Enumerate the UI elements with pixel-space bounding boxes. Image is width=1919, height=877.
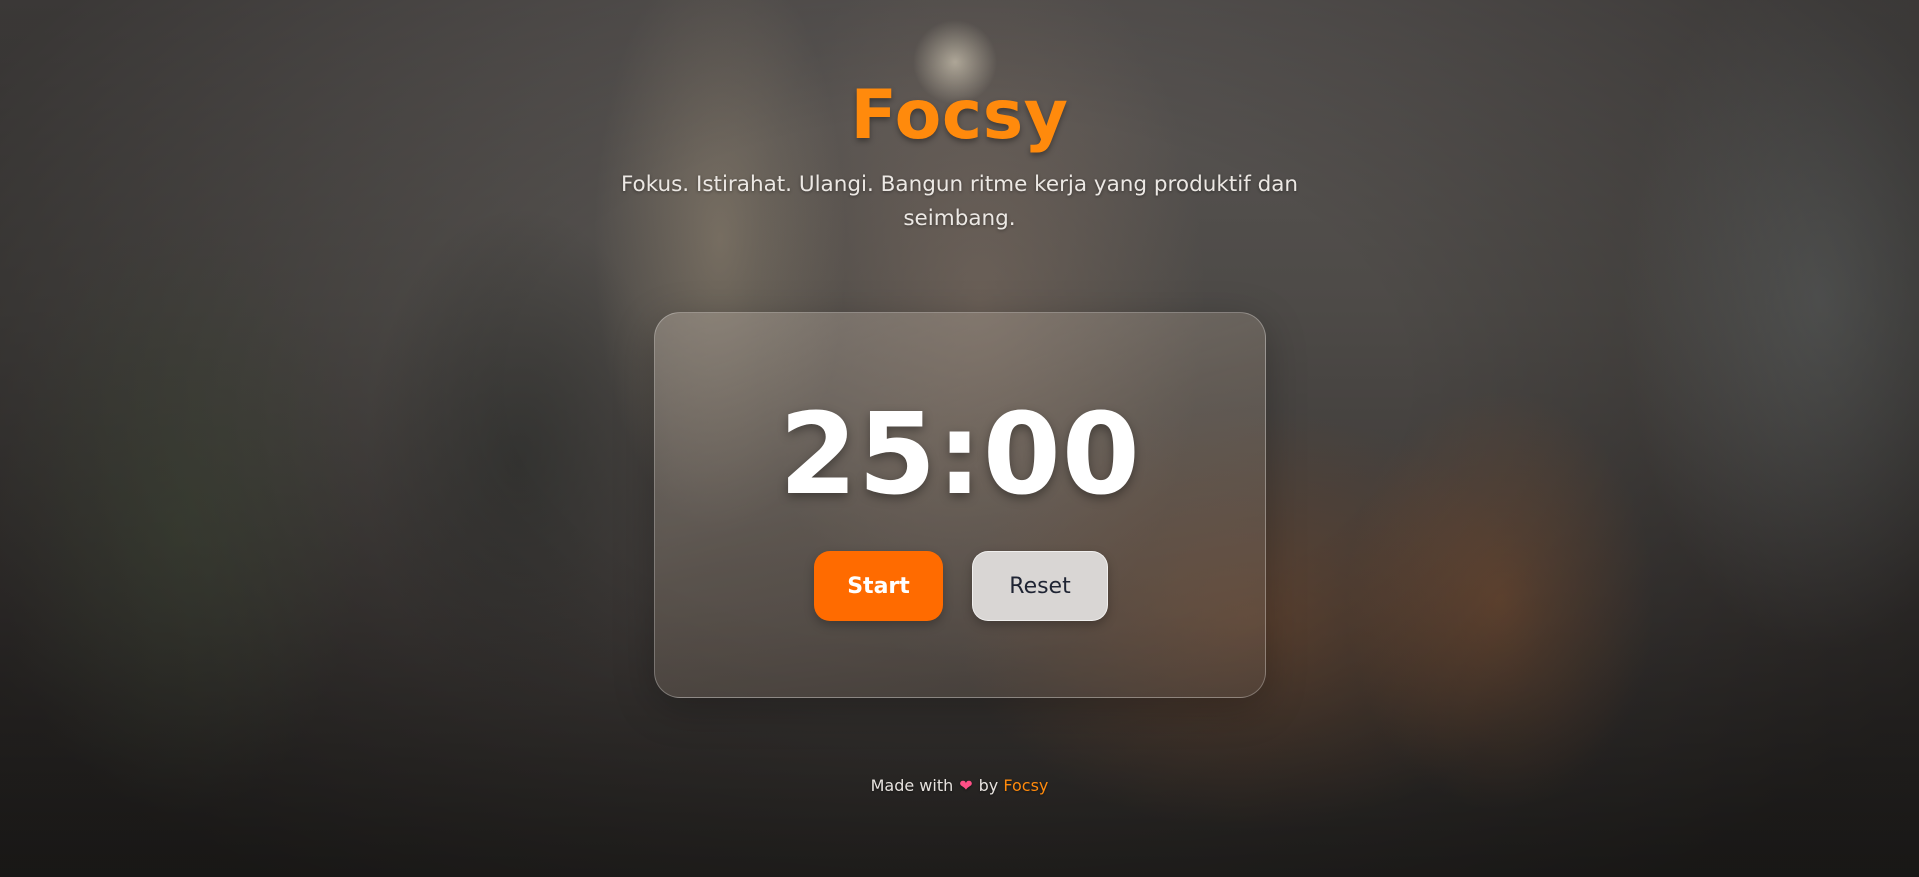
- start-button[interactable]: Start: [814, 551, 943, 621]
- app-title: Focsy: [850, 76, 1069, 155]
- timer-card: 25:00 Start Reset: [654, 312, 1266, 698]
- timer-display: 25:00: [779, 390, 1141, 520]
- footer: Made with ❤ by Focsy: [0, 776, 1919, 795]
- footer-brand-link[interactable]: Focsy: [1003, 776, 1048, 795]
- tagline: Fokus. Istirahat. Ulangi. Bangun ritme k…: [620, 172, 1299, 231]
- footer-by: by: [978, 776, 999, 795]
- page-content: Focsy Fokus. Istirahat. Ulangi. Bangun r…: [0, 0, 1919, 877]
- heart-icon: ❤: [959, 776, 973, 795]
- footer-prefix: Made with: [870, 776, 954, 795]
- reset-button[interactable]: Reset: [972, 551, 1108, 621]
